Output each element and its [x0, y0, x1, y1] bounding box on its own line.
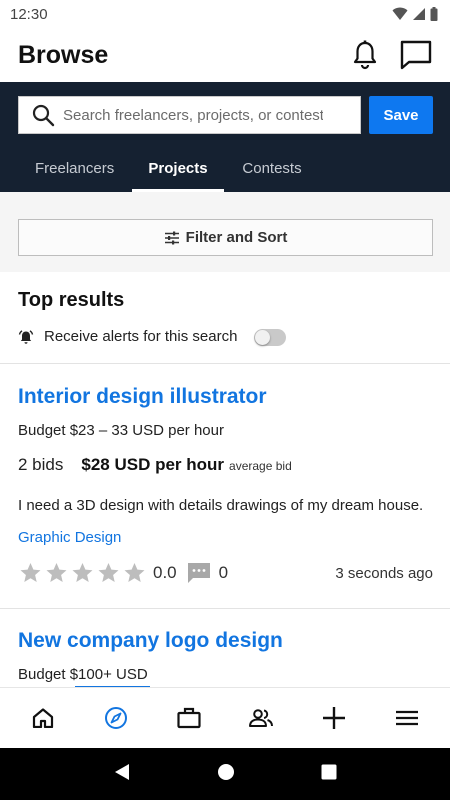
star-icon — [98, 563, 119, 582]
results-heading: Top results — [18, 289, 125, 311]
home-icon — [33, 708, 54, 728]
posted-time: 3 seconds ago — [335, 564, 433, 582]
project-title[interactable]: New company logo design — [18, 629, 283, 653]
project-description: I need a 3D design with details drawings… — [18, 497, 424, 514]
battery-icon — [430, 7, 438, 21]
bids-row: 2 bids $28 USD per hour average bid — [18, 455, 292, 475]
home-circle-icon — [218, 763, 234, 780]
status-time: 12:30 — [10, 5, 48, 23]
project-budget: Budget $100+ USD — [18, 666, 148, 683]
nav-browse[interactable] — [86, 688, 146, 748]
bell-icon — [353, 40, 377, 70]
menu-icon — [395, 710, 418, 726]
nav-menu[interactable] — [377, 688, 437, 748]
comment-icon — [187, 563, 210, 583]
messages-button[interactable] — [400, 40, 432, 70]
project-title[interactable]: Interior design illustrator — [18, 385, 267, 409]
app-header: Browse — [0, 28, 450, 82]
status-bar: 12:30 — [0, 0, 450, 28]
recents-button[interactable] — [321, 764, 337, 785]
home-system-button[interactable] — [217, 763, 235, 786]
recents-square-icon — [321, 764, 337, 779]
nav-projects[interactable] — [159, 688, 219, 748]
star-icon — [46, 563, 67, 582]
search-alert-toggle[interactable] — [254, 329, 286, 346]
filter-sort-button[interactable]: Filter and Sort — [18, 219, 433, 256]
wifi-icon — [392, 7, 408, 20]
browse-tabs: Freelancers Projects Contests — [18, 144, 320, 192]
alarm-bell-icon — [18, 329, 34, 344]
project-meta-row: 0.0 0 3 seconds ago — [18, 561, 433, 585]
average-bid-label: average bid — [229, 459, 292, 473]
people-icon — [249, 709, 274, 727]
search-input[interactable] — [63, 106, 323, 124]
tab-contests[interactable]: Contests — [224, 144, 320, 192]
toggle-knob — [255, 330, 270, 345]
filter-section: Filter and Sort — [0, 192, 450, 272]
tab-projects[interactable]: Projects — [132, 144, 224, 192]
search-box[interactable] — [18, 96, 361, 134]
search-row: Save — [18, 96, 433, 134]
system-icons — [392, 7, 438, 21]
comments-indicator: 0 — [187, 562, 228, 584]
system-navigation-bar — [0, 748, 450, 800]
star-icon — [124, 563, 145, 582]
rating-stars — [18, 561, 147, 585]
bid-count: 2 bids — [18, 455, 64, 474]
bottom-navigation — [0, 687, 450, 748]
briefcase-icon — [177, 707, 201, 729]
nav-home[interactable] — [13, 688, 73, 748]
tab-freelancers[interactable]: Freelancers — [18, 144, 132, 192]
rating-value: 0.0 — [153, 563, 177, 582]
compass-icon — [104, 707, 127, 729]
nav-people[interactable] — [231, 688, 291, 748]
plus-icon — [322, 707, 345, 729]
divider — [0, 608, 450, 609]
nav-post[interactable] — [304, 688, 364, 748]
chat-bubble-icon — [400, 40, 432, 70]
skill-tag[interactable]: Graphic Design — [18, 529, 121, 546]
divider — [0, 363, 450, 364]
notifications-button[interactable] — [352, 40, 378, 70]
average-bid-price: $28 USD per hour — [81, 455, 225, 474]
page-title: Browse — [18, 40, 109, 69]
search-alert-row: Receive alerts for this search — [18, 328, 288, 346]
signal-icon — [413, 8, 425, 20]
header-actions — [352, 40, 432, 70]
search-icon — [32, 104, 55, 127]
back-triangle-icon — [115, 763, 129, 780]
sliders-icon — [164, 231, 179, 244]
app-screen: 12:30 Browse Search freelancers, project… — [0, 0, 450, 800]
star-icon — [72, 563, 93, 582]
search-alert-label: Receive alerts for this search — [44, 328, 238, 345]
project-budget: Budget $23 – 33 USD per hour — [18, 422, 224, 439]
back-button[interactable] — [113, 763, 131, 786]
comment-count: 0 — [218, 563, 229, 582]
filter-sort-label: Filter and Sort — [185, 229, 288, 246]
search-band: Save Freelancers Projects Contests — [0, 82, 450, 192]
star-icon — [20, 563, 41, 582]
save-search-button[interactable]: Save — [369, 96, 433, 134]
